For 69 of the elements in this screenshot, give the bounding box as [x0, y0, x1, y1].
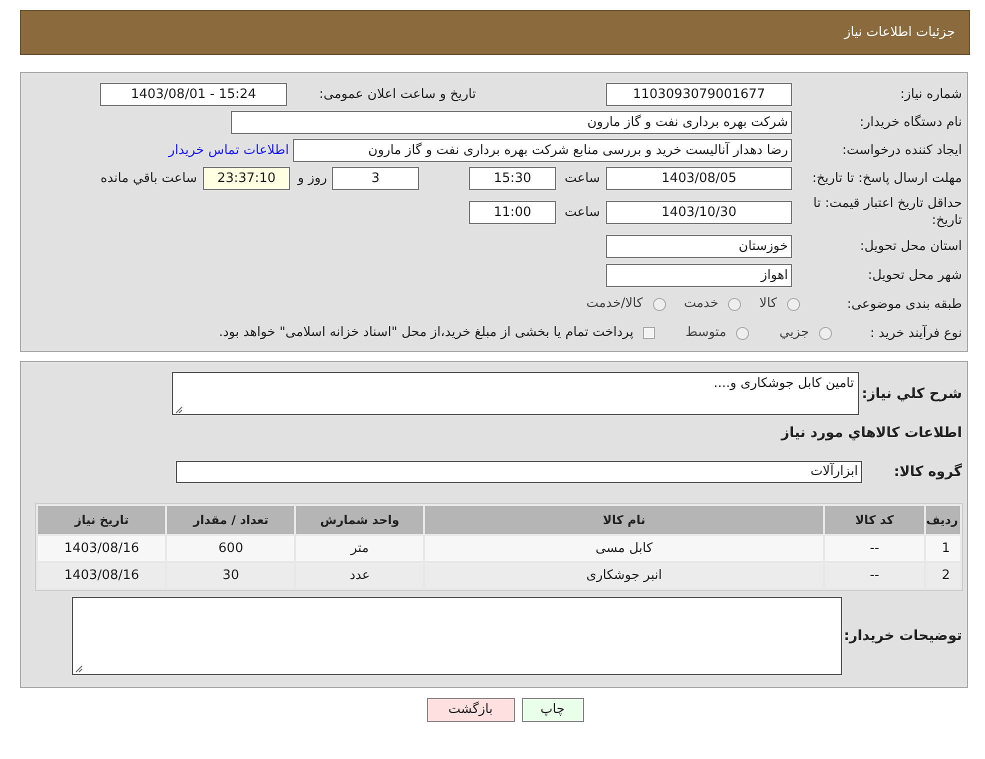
field-label: گروه کالا: [892, 462, 962, 482]
field-label: شماره نیاز: [899, 86, 962, 103]
table-cell: 1 [926, 536, 960, 561]
input-field[interactable]: شرکت بهره برداری نفت و گاز مارون [231, 111, 792, 134]
input-field[interactable]: خوزستان [606, 234, 792, 258]
input-field[interactable]: 1403/08/01 - 15:24 [100, 83, 287, 106]
radio-button[interactable] [736, 326, 750, 340]
table-cell: متر [296, 536, 424, 561]
radio-label: متوسط [685, 324, 726, 342]
field-label: نام دستگاه خریدار: [858, 114, 962, 131]
input-field[interactable]: 1403/08/05 [606, 167, 792, 190]
table-cell: 1403/08/16 [38, 563, 166, 588]
payment-note: پرداخت تمام یا بخشی از مبلغ خرید،از محل "اسناد خزانه اسلامی" خواهد بود. [218, 324, 634, 342]
print-button[interactable]: چاپ [522, 698, 584, 722]
checkbox[interactable] [643, 327, 656, 339]
section-heading: اطلاعات کالاهاي مورد نياز [780, 424, 962, 443]
column-header: واحد شمارش [296, 506, 424, 534]
table-cell: -- [825, 536, 924, 561]
field-label: ساعت باقي مانده [100, 170, 198, 187]
table-cell: 30 [167, 563, 294, 588]
input-field[interactable]: 11:00 [469, 200, 556, 224]
field-label: نوع فرآیند خرید : [869, 324, 962, 342]
field-label: تاریخ و ساعت اعلان عمومی: [318, 86, 476, 103]
field-label: حداقل تاریخ اعتبار قیمت: تا تاریخ: [812, 195, 962, 229]
radio-button[interactable] [787, 298, 800, 310]
table-cell: 600 [167, 536, 294, 561]
back-button[interactable]: بازگشت [426, 698, 514, 722]
column-header: ردیف [926, 506, 960, 534]
field-label: ایجاد کننده درخواست: [841, 142, 962, 159]
resize-handle-icon [74, 664, 83, 673]
radio-label: خدمت [684, 295, 718, 314]
radio-label: کالا [759, 295, 777, 314]
field-label: ساعت [564, 204, 601, 220]
table-cell: عدد [296, 563, 424, 588]
input-field[interactable]: اهواز [606, 264, 792, 286]
input-field[interactable]: 3 [332, 167, 419, 190]
field-label: طبقه بندی موضوعی: [846, 296, 962, 312]
field-label: توضیحات خریدار: [842, 626, 962, 646]
field-label: استان محل تحویل: [859, 238, 962, 254]
input-field[interactable]: ابزارآلات [176, 461, 862, 483]
column-header: تعداد / مقدار [167, 506, 294, 534]
radio-label: جزيي [779, 324, 809, 342]
resize-handle-icon [174, 405, 183, 414]
table-cell: انبر جوشکاری [425, 563, 823, 588]
page-title: جزئیات اطلاعات نیاز [844, 24, 955, 42]
table-cell: 2 [926, 563, 960, 588]
input-field[interactable]: 1403/10/30 [606, 200, 792, 224]
field-label: ساعت [564, 170, 601, 187]
column-header: تاریخ نیاز [38, 506, 166, 534]
radio-button[interactable] [652, 298, 666, 310]
text-area[interactable]: تامین کابل جوشکاری و.... [172, 372, 859, 415]
table-cell: 1403/08/16 [38, 536, 166, 561]
input-field[interactable]: 1103093079001677 [606, 83, 792, 106]
input-field[interactable]: رضا دهدار آنالیست خرید و بررسی منابع شرکت بهره برداری نفت و گاز مارون [293, 139, 792, 162]
input-field[interactable]: 23:37:10 [203, 167, 290, 190]
text-area[interactable] [72, 597, 842, 675]
table-cell: کابل مسی [425, 536, 823, 561]
input-field[interactable]: 15:30 [469, 167, 556, 190]
field-label: مهلت ارسال پاسخ: تا تاریخ: [811, 170, 962, 187]
field-label: شهر محل تحویل: [866, 266, 962, 284]
column-header: نام کالا [425, 506, 823, 534]
radio-button[interactable] [728, 298, 742, 310]
field-label: روز و [296, 170, 328, 187]
field-label: شرح کلي نياز: [860, 385, 962, 404]
column-header: کد کالا [825, 506, 924, 534]
table-cell: -- [825, 563, 924, 588]
contact-link[interactable]: اطلاعات تماس خریدار [168, 140, 289, 160]
radio-button[interactable] [819, 326, 832, 340]
radio-label: کالا/خدمت [586, 295, 643, 314]
